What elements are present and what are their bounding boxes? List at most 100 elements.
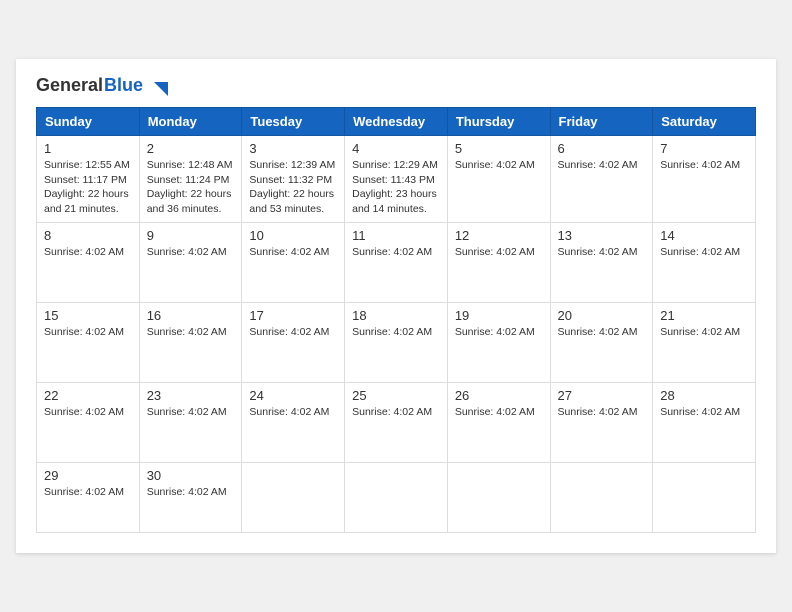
- calendar-day-cell: 16Sunrise: 4:02 AM: [139, 302, 242, 382]
- day-info: Sunrise: 4:02 AM: [352, 325, 440, 340]
- day-info: Sunrise: 4:02 AM: [558, 245, 646, 260]
- calendar-day-cell: 7 Sunrise: 4:02 AM: [653, 135, 756, 222]
- calendar-day-cell: 23 Sunrise: 4:02 AM: [139, 382, 242, 462]
- day-info: Sunrise: 4:02 AM: [455, 405, 543, 420]
- calendar-day-cell: 12 Sunrise: 4:02 AM: [447, 222, 550, 302]
- weekday-header-monday: Monday: [139, 107, 242, 135]
- calendar-week-row: 29Sunrise: 4:02 AM30Sunrise: 4:02 AM: [37, 462, 756, 532]
- day-number: 17: [249, 308, 337, 323]
- day-info: Sunrise: 4:02 AM: [249, 325, 337, 340]
- calendar-day-cell: 17 Sunrise: 4:02 AM: [242, 302, 345, 382]
- day-info: Sunrise: 4:02 AM: [147, 485, 235, 500]
- logo-text: GeneralBlue: [36, 75, 168, 96]
- day-number: 13: [558, 228, 646, 243]
- calendar-day-cell: 2 Sunrise: 12:48 AMSunset: 11:24 PMDaylig…: [139, 135, 242, 222]
- weekday-header-row: SundayMondayTuesdayWednesdayThursdayFrid…: [37, 107, 756, 135]
- day-number: 28: [660, 388, 748, 403]
- calendar-day-cell: 1 Sunrise: 12:55 AMSunset: 11:17 PMDaylig…: [37, 135, 140, 222]
- calendar-week-row: 22 Sunrise: 4:02 AM 23 Sunrise: 4:02 AM 24 Su…: [37, 382, 756, 462]
- calendar-week-row: 8Sunrise: 4:02 AM 9 Sunrise: 4:02 AM 10 Sunr…: [37, 222, 756, 302]
- day-info: Sunrise: 4:02 AM: [44, 325, 132, 340]
- calendar-day-cell: 25Sunrise: 4:02 AM: [345, 382, 448, 462]
- day-info: Sunrise: 4:02 AM: [660, 245, 748, 260]
- calendar-day-cell: 3 Sunrise: 12:39 AMSunset: 11:32 PMDaylig…: [242, 135, 345, 222]
- calendar-empty-cell: [242, 462, 345, 532]
- day-info: Sunrise: 12:55 AMSunset: 11:17 PMDayligh…: [44, 158, 132, 217]
- calendar-day-cell: 8Sunrise: 4:02 AM: [37, 222, 140, 302]
- day-info: Sunrise: 4:02 AM: [455, 245, 543, 260]
- day-info: Sunrise: 4:02 AM: [558, 325, 646, 340]
- day-number: 23: [147, 388, 235, 403]
- day-info: Sunrise: 4:02 AM: [147, 405, 235, 420]
- calendar-day-cell: 10 Sunrise: 4:02 AM: [242, 222, 345, 302]
- day-number: 5: [455, 141, 543, 156]
- logo-triangle-icon: [150, 78, 168, 96]
- day-number: 4: [352, 141, 440, 156]
- weekday-header-saturday: Saturday: [653, 107, 756, 135]
- calendar-week-row: 1 Sunrise: 12:55 AMSunset: 11:17 PMDaylig…: [37, 135, 756, 222]
- day-info: Sunrise: 4:02 AM: [147, 245, 235, 260]
- calendar-day-cell: 9 Sunrise: 4:02 AM: [139, 222, 242, 302]
- calendar-table: SundayMondayTuesdayWednesdayThursdayFrid…: [36, 107, 756, 533]
- calendar-day-cell: 30Sunrise: 4:02 AM: [139, 462, 242, 532]
- day-number: 12: [455, 228, 543, 243]
- calendar-day-cell: 28 Sunrise: 4:02 AM: [653, 382, 756, 462]
- day-info: Sunrise: 4:02 AM: [147, 325, 235, 340]
- logo: GeneralBlue: [36, 75, 168, 96]
- day-info: Sunrise: 12:39 AMSunset: 11:32 PMDayligh…: [249, 158, 337, 217]
- day-info: Sunrise: 4:02 AM: [558, 158, 646, 173]
- day-number: 10: [249, 228, 337, 243]
- day-info: Sunrise: 4:02 AM: [455, 325, 543, 340]
- day-number: 26: [455, 388, 543, 403]
- day-info: Sunrise: 4:02 AM: [44, 245, 132, 260]
- day-info: Sunrise: 4:02 AM: [44, 485, 132, 500]
- day-info: Sunrise: 4:02 AM: [455, 158, 543, 173]
- day-number: 20: [558, 308, 646, 323]
- calendar-empty-cell: [447, 462, 550, 532]
- day-info: Sunrise: 4:02 AM: [660, 158, 748, 173]
- day-info: Sunrise: 4:02 AM: [660, 325, 748, 340]
- calendar-day-cell: 11 Sunrise: 4:02 AM: [345, 222, 448, 302]
- day-info: Sunrise: 4:02 AM: [249, 405, 337, 420]
- day-number: 19: [455, 308, 543, 323]
- day-info: Sunrise: 4:02 AM: [44, 405, 132, 420]
- calendar-day-cell: 14 Sunrise: 4:02 AM: [653, 222, 756, 302]
- calendar-day-cell: 27Sunrise: 4:02 AM: [550, 382, 653, 462]
- calendar-day-cell: 26 Sunrise: 4:02 AM: [447, 382, 550, 462]
- calendar-day-cell: 5 Sunrise: 4:02 AM: [447, 135, 550, 222]
- day-number: 3: [249, 141, 337, 156]
- day-number: 1: [44, 141, 132, 156]
- day-info: Sunrise: 12:48 AMSunset: 11:24 PMDayligh…: [147, 158, 235, 217]
- day-info: Sunrise: 4:02 AM: [660, 405, 748, 420]
- weekday-header-thursday: Thursday: [447, 107, 550, 135]
- calendar-day-cell: 4 Sunrise: 12:29 AMSunset: 11:43 PMDaylig…: [345, 135, 448, 222]
- calendar-week-row: 15Sunrise: 4:02 AM16Sunrise: 4:02 AM17Su…: [37, 302, 756, 382]
- calendar-day-cell: 22 Sunrise: 4:02 AM: [37, 382, 140, 462]
- day-info: Sunrise: 4:02 AM: [249, 245, 337, 260]
- header-row: GeneralBlue: [36, 75, 756, 96]
- day-number: 7: [660, 141, 748, 156]
- day-number: 24: [249, 388, 337, 403]
- calendar-day-cell: 15 Sunrise: 4:02 AM: [37, 302, 140, 382]
- calendar-day-cell: 6Sunrise: 4:02 AM: [550, 135, 653, 222]
- day-number: 21: [660, 308, 748, 323]
- weekday-header-tuesday: Tuesday: [242, 107, 345, 135]
- logo-general: General: [36, 75, 103, 95]
- day-info: Sunrise: 4:02 AM: [352, 405, 440, 420]
- weekday-header-wednesday: Wednesday: [345, 107, 448, 135]
- day-number: 14: [660, 228, 748, 243]
- calendar-day-cell: 20 Sunrise: 4:02 AM: [550, 302, 653, 382]
- day-info: Sunrise: 12:29 AMSunset: 11:43 PMDayligh…: [352, 158, 440, 217]
- day-number: 11: [352, 228, 440, 243]
- day-number: 29: [44, 468, 132, 483]
- calendar-day-cell: 19 Sunrise: 4:02 AM: [447, 302, 550, 382]
- day-number: 22: [44, 388, 132, 403]
- day-number: 27: [558, 388, 646, 403]
- day-number: 9: [147, 228, 235, 243]
- weekday-header-friday: Friday: [550, 107, 653, 135]
- calendar-empty-cell: [345, 462, 448, 532]
- day-number: 15: [44, 308, 132, 323]
- day-number: 2: [147, 141, 235, 156]
- day-info: Sunrise: 4:02 AM: [352, 245, 440, 260]
- calendar-day-cell: 21 Sunrise: 4:02 AM: [653, 302, 756, 382]
